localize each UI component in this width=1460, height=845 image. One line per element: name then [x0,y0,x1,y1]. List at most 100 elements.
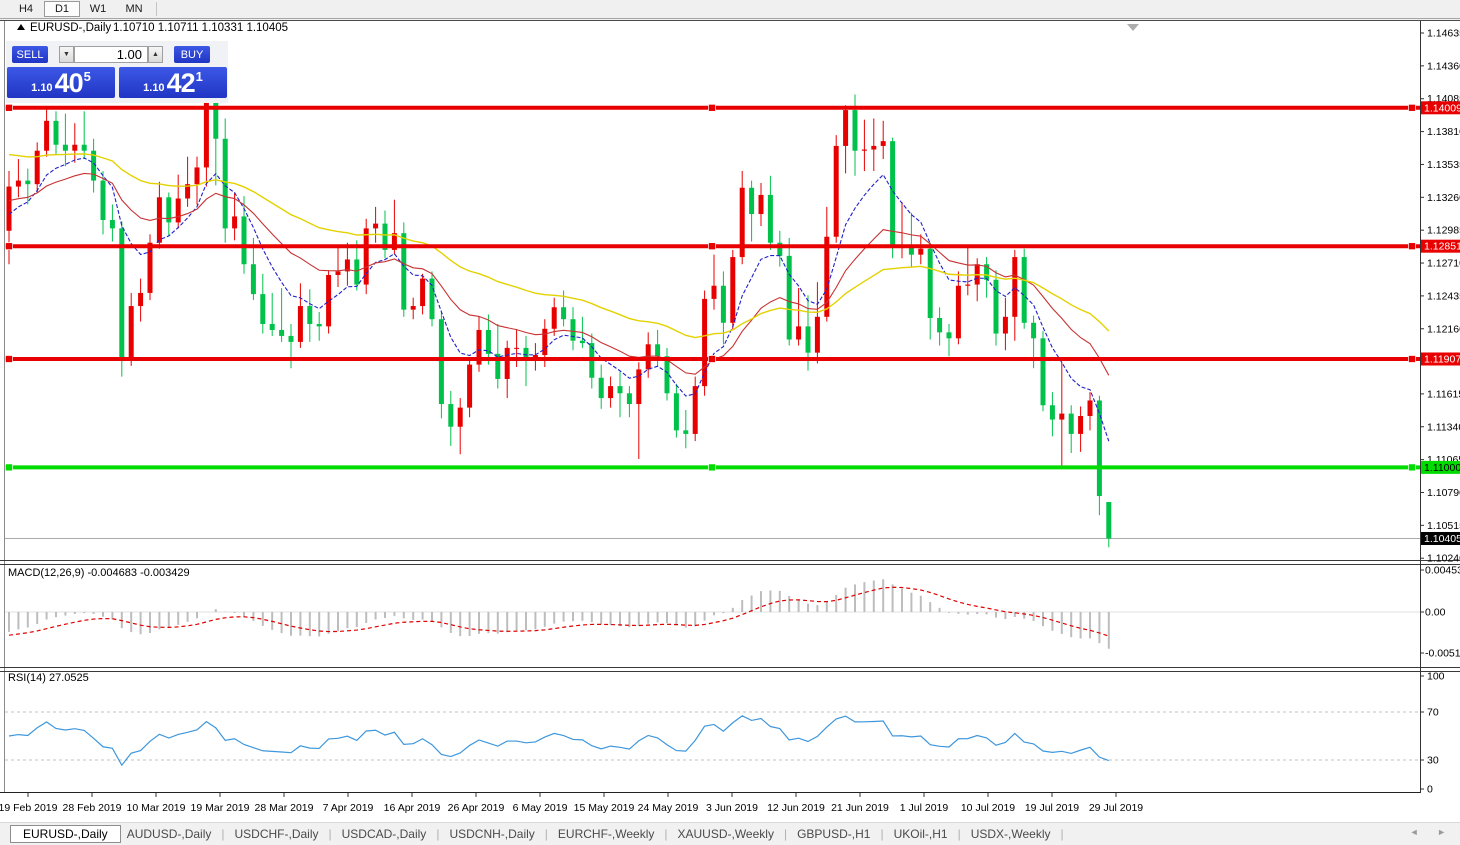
tab-separator: | [436,827,439,841]
chart-title-ohlc: 1.10710 1.10711 1.10331 1.10405 [113,22,288,34]
timeframe-button-h4[interactable]: H4 [8,1,44,17]
symbol-tab-usdx[interactable]: USDX-,Weekly [965,826,1057,842]
symbol-tab-audusd[interactable]: AUDUSD-,Daily [121,826,218,842]
price-axis-label: 1.12985 [1427,225,1460,237]
date-axis-label: 10 Jul 2019 [961,802,1015,814]
line-handle[interactable] [6,243,13,250]
symbol-tab-usdcnh[interactable]: USDCNH-,Daily [443,826,540,842]
price-axis-label: 1.13260 [1427,192,1460,204]
symbol-tab-usdchf[interactable]: USDCHF-,Daily [229,826,325,842]
price-tag-label: 1.11000 [1424,462,1460,474]
macd-axis-label: -0.005122 [1425,648,1460,660]
price-axis-label: 1.12160 [1427,323,1460,335]
buy-price-sup: 1 [196,69,203,84]
trading-platform-window: H4 D1 W1 MN 1.146351.143601.140851.13810… [0,0,1460,845]
tab-separator: | [329,827,332,841]
date-axis-label: 28 Feb 2019 [63,802,122,814]
date-axis-label: 24 May 2019 [638,802,699,814]
volume-decrease-button[interactable]: ▼ [59,46,74,63]
symbol-tab-gbpusd[interactable]: GBPUSD-,H1 [791,826,876,842]
sell-price-big: 40 [55,71,83,95]
buy-button[interactable]: BUY [174,46,210,63]
chart-area[interactable]: 1.146351.143601.140851.138101.135351.132… [0,20,1460,822]
timeframe-button-mn[interactable]: MN [116,1,152,17]
tab-scroll-left-icon[interactable]: ◄ [1410,827,1427,837]
line-handle[interactable] [709,243,716,250]
tab-scroll-right-icon[interactable]: ► [1437,827,1454,837]
timeframe-button-d1[interactable]: D1 [44,1,80,17]
line-handle[interactable] [709,355,716,362]
symbol-tab-eurusd[interactable]: EURUSD-,Daily [10,825,121,843]
date-axis-label: 1 Jul 2019 [900,802,949,814]
rsi-axis-label: 0 [1427,784,1433,796]
date-axis-label: 16 Apr 2019 [384,802,441,814]
price-tag-label: 1.10405 [1424,533,1460,545]
date-axis-label: 6 May 2019 [513,802,568,814]
rsi-label: RSI(14) 27.0525 [8,672,89,684]
tab-separator: | [1061,827,1064,841]
price-axis-label: 1.11615 [1427,388,1460,400]
date-axis-label: 3 Jun 2019 [706,802,758,814]
price-axis-label: 1.10790 [1427,487,1460,499]
tab-separator: | [221,827,224,841]
line-handle[interactable] [6,355,13,362]
price-axis-label: 1.10515 [1427,520,1460,532]
date-axis-label: 12 Jun 2019 [767,802,825,814]
symbol-tab-ukoil[interactable]: UKOil-,H1 [888,826,954,842]
price-axis-label: 1.10240 [1427,553,1460,565]
toolbar-separator [156,2,157,16]
sell-button[interactable]: SELL [12,46,48,63]
symbol-tab-xauusd[interactable]: XAUUSD-,Weekly [671,826,779,842]
price-tag-label: 1.12851 [1424,241,1460,253]
price-axis-label: 1.13810 [1427,126,1460,138]
line-handle[interactable] [1409,464,1416,471]
buy-price-prefix: 1.10 [143,81,164,95]
symbol-tab-bar: EURUSD-,DailyAUDUSD-,Daily|USDCHF-,Daily… [0,822,1460,845]
line-handle[interactable] [1409,243,1416,250]
price-axis-label: 1.12710 [1427,258,1460,270]
line-handle[interactable] [709,104,716,111]
line-handle[interactable] [1409,104,1416,111]
price-tag-label: 1.11907 [1424,353,1460,365]
price-axis-label: 1.14360 [1427,60,1460,72]
price-axis-label: 1.12435 [1427,290,1460,302]
tab-separator: | [784,827,787,841]
chart-background [0,20,1460,822]
date-axis-label: 29 Jul 2019 [1089,802,1143,814]
date-axis-label: 21 Jun 2019 [831,802,889,814]
price-tag-label: 1.14009 [1424,102,1460,114]
price-axis-label: 1.13535 [1427,159,1460,171]
line-handle[interactable] [6,104,13,111]
date-axis-label: 10 Mar 2019 [127,802,186,814]
macd-label: MACD(12,26,9) -0.004683 -0.003429 [8,567,190,579]
volume-increase-button[interactable]: ▲ [148,46,163,63]
buy-price-button[interactable]: 1.10421 [119,67,227,98]
timeframe-button-w1[interactable]: W1 [80,1,116,17]
date-axis-label: 19 Jul 2019 [1025,802,1079,814]
tab-separator: | [664,827,667,841]
sell-price-prefix: 1.10 [31,81,52,95]
chart-title-symbol: EURUSD-,Daily [30,22,111,34]
rsi-axis-label: 30 [1427,755,1439,767]
symbol-tab-usdcad[interactable]: USDCAD-,Daily [336,826,433,842]
rsi-axis-label: 70 [1427,707,1439,719]
date-axis-label: 15 May 2019 [574,802,635,814]
price-axis-label: 1.11340 [1427,421,1460,433]
date-axis-label: 7 Apr 2019 [323,802,374,814]
symbol-tab-eurchf[interactable]: EURCHF-,Weekly [552,826,660,842]
price-axis-label: 1.14635 [1427,28,1460,40]
line-handle[interactable] [709,464,716,471]
date-axis-label: 19 Mar 2019 [191,802,250,814]
timeframe-toolbar: H4 D1 W1 MN [0,0,1460,19]
tab-separator: | [545,827,548,841]
line-handle[interactable] [1409,355,1416,362]
line-handle[interactable] [6,464,13,471]
rsi-axis-label: 100 [1427,671,1445,683]
macd-axis-label: 0.004532 [1425,565,1460,577]
sell-price-button[interactable]: 1.10405 [7,67,115,98]
volume-input[interactable] [74,46,148,63]
one-click-trading-panel: SELL ▼ ▲ BUY 1.10405 1.10421 [6,41,228,103]
date-axis-label: 19 Feb 2019 [0,802,58,814]
buy-price-big: 42 [167,71,195,95]
macd-axis-label: 0.00 [1425,607,1446,619]
